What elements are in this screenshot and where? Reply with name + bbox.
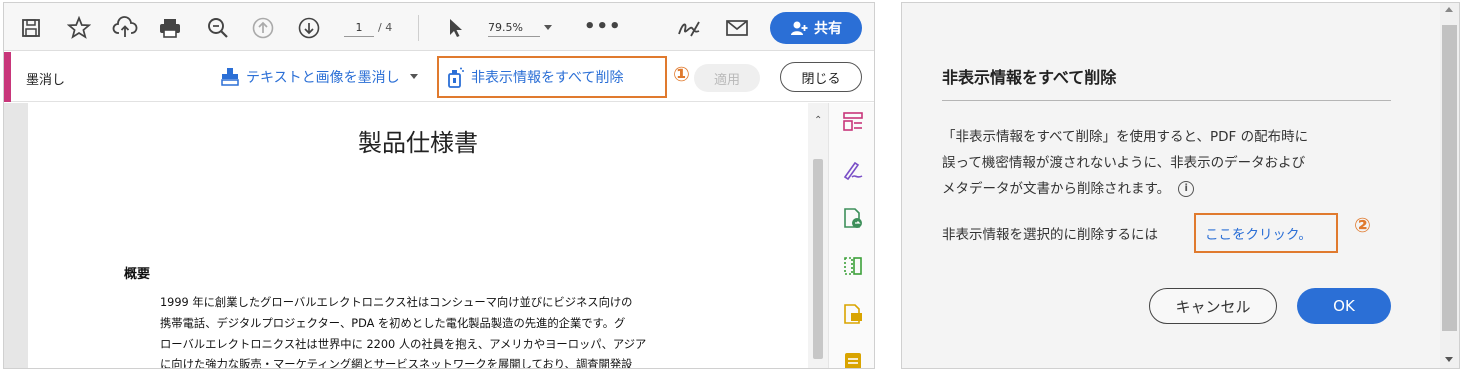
- compare-icon[interactable]: [842, 255, 864, 277]
- redact-text-images-button[interactable]: テキストと画像を墨消し: [220, 64, 400, 90]
- dialog-body-line: 誤って機密情報が渡されないように、非表示のデータおよび: [942, 155, 1306, 171]
- main-toolbar: 1 / 4 79.5% ••• 共有: [4, 3, 874, 51]
- note-icon[interactable]: [842, 351, 864, 369]
- scroll-up-icon[interactable]: [1445, 7, 1453, 12]
- body-line: ローバルエレクトロニクス社は世界中に 2200 人の社員を抱え、アメリカやヨーロ…: [160, 338, 647, 351]
- upload-cloud-icon[interactable]: [112, 15, 138, 41]
- mail-icon[interactable]: [724, 15, 750, 41]
- info-icon[interactable]: i: [1178, 181, 1195, 197]
- document-page: 製品仕様書 概要 1999 年に創業したグローバルエレクトロニクス社はコンシュー…: [28, 103, 808, 369]
- add-user-icon: [791, 21, 808, 35]
- remove-hidden-info-dialog: 非表示情報をすべて削除 「非表示情報をすべて削除」を使用すると、PDF の配布時…: [901, 2, 1460, 369]
- remove-hidden-spray-icon: [448, 67, 464, 88]
- redact-marker-icon: [221, 68, 239, 86]
- scroll-thumb[interactable]: [1442, 25, 1457, 331]
- body-line: に向けた強力な販売・マーケティング網とサービスネットワークを展開しており、調査開…: [160, 358, 633, 369]
- comment-icon[interactable]: [842, 303, 864, 325]
- bookmark-star-icon[interactable]: [66, 15, 92, 41]
- selective-remove-text: 非表示情報を選択的に削除するには: [942, 227, 1158, 243]
- select-cursor-icon[interactable]: [442, 15, 468, 41]
- scroll-thumb[interactable]: [813, 159, 823, 359]
- print-icon[interactable]: [157, 15, 183, 41]
- share-label: 共有: [814, 21, 842, 37]
- page-down-icon[interactable]: [296, 15, 322, 41]
- scroll-down-icon[interactable]: [1445, 357, 1453, 362]
- body-line: 1999 年に創業したグローバルエレクトロニクス社はコンシューマ向け並びにビジネ…: [160, 296, 633, 309]
- zoom-dropdown-icon[interactable]: [544, 25, 552, 30]
- section-heading: 概要: [124, 267, 151, 282]
- redact-options-dropdown-icon[interactable]: [410, 74, 418, 79]
- save-icon[interactable]: [18, 15, 44, 41]
- close-button[interactable]: 閉じる: [780, 62, 862, 92]
- dialog-divider: [942, 100, 1391, 101]
- acrobat-window: 1 / 4 79.5% ••• 共有 墨消し テキストと画像を墨消し 非表示情報…: [3, 2, 875, 369]
- click-here-link[interactable]: ここをクリック。: [1205, 223, 1312, 243]
- ok-button[interactable]: OK: [1297, 288, 1391, 324]
- dialog-title: 非表示情報をすべて削除: [942, 68, 1117, 87]
- cancel-button[interactable]: キャンセル: [1149, 288, 1277, 324]
- dialog-body-line-3: メタデータが文書から削除されます。 i: [942, 177, 1195, 197]
- share-button[interactable]: 共有: [770, 12, 862, 44]
- redact-text-images-label: テキストと画像を墨消し: [246, 70, 400, 86]
- dialog-body-line: 「非表示情報をすべて削除」を使用すると、PDF の配布時に: [942, 129, 1309, 145]
- zoom-level[interactable]: 79.5%: [488, 21, 540, 37]
- page-total: / 4: [378, 21, 393, 34]
- document-scrollbar[interactable]: ⌃: [808, 103, 828, 368]
- document-viewport[interactable]: 製品仕様書 概要 1999 年に創業したグローバルエレクトロニクス社はコンシュー…: [4, 103, 808, 369]
- remove-hidden-info-button[interactable]: 非表示情報をすべて削除: [437, 56, 667, 98]
- more-icon[interactable]: •••: [584, 16, 622, 37]
- document-title: 製品仕様書: [358, 129, 478, 157]
- page-up-icon[interactable]: [250, 15, 276, 41]
- remove-hidden-info-label: 非表示情報をすべて削除: [471, 70, 624, 86]
- step-2-marker: ②: [1354, 213, 1371, 237]
- sign-icon[interactable]: [676, 15, 702, 41]
- tool-color-stripe: [4, 52, 11, 102]
- step-1-marker: ①: [673, 62, 690, 86]
- tool-name: 墨消し: [26, 73, 66, 88]
- page-number-input[interactable]: 1: [344, 21, 374, 37]
- scroll-up-icon[interactable]: ⌃: [814, 115, 822, 126]
- redact-toolbar: 墨消し テキストと画像を墨消し 非表示情報をすべて削除 ① 適用 閉じる: [4, 52, 874, 102]
- zoom-search-icon[interactable]: [205, 15, 231, 41]
- export-pdf-icon[interactable]: [842, 207, 864, 229]
- tools-rail: [828, 103, 874, 369]
- apply-button[interactable]: 適用: [694, 64, 760, 92]
- organize-pages-icon[interactable]: [842, 111, 864, 133]
- dialog-scrollbar[interactable]: [1440, 3, 1459, 368]
- body-line: 携帯電話、デジタルプロジェクター、PDA を初めとした電化製品製造の先進的企業で…: [160, 317, 626, 330]
- fill-sign-icon[interactable]: [842, 159, 864, 181]
- toolbar-divider: [418, 15, 419, 41]
- dialog-body-text: メタデータが文書から削除されます。: [942, 181, 1171, 197]
